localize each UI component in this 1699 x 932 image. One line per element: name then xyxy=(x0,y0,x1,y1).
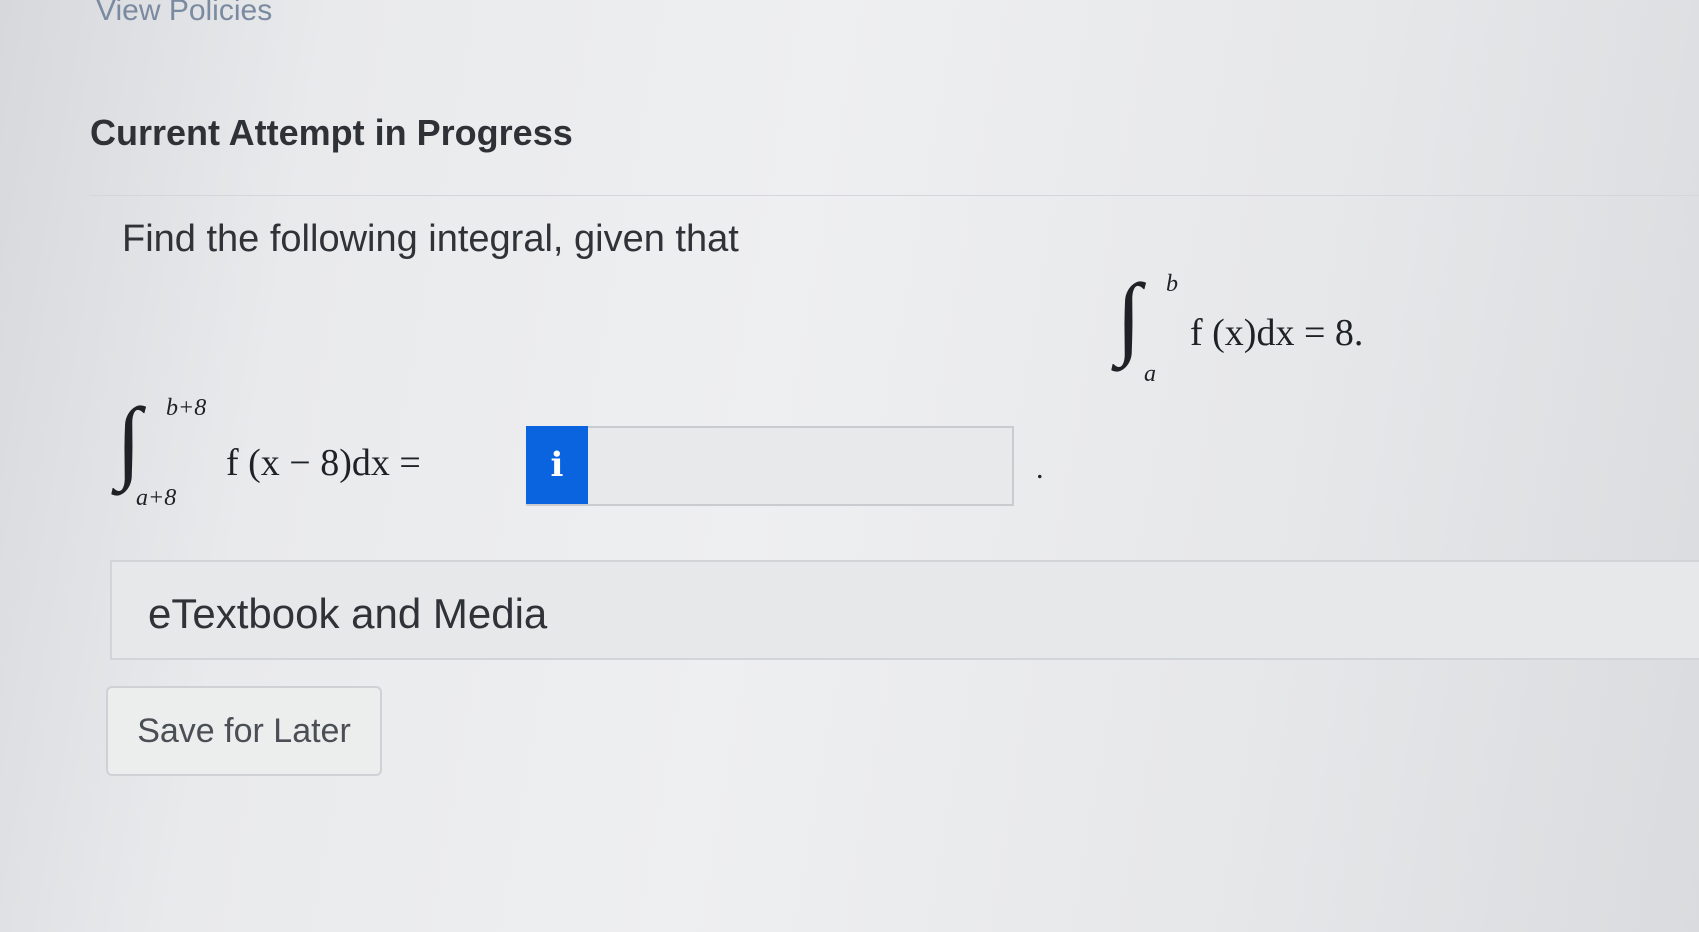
info-icon[interactable]: i xyxy=(526,426,588,504)
answer-input[interactable] xyxy=(590,428,1010,502)
etextbook-media-label: eTextbook and Media xyxy=(148,590,548,637)
question-prompt: Find the following integral, given that xyxy=(122,218,739,260)
view-policies-link[interactable]: View Policies xyxy=(96,0,272,28)
save-for-later-button[interactable]: Save for Later xyxy=(106,686,382,776)
target-integrand: f (x − 8)dx = xyxy=(226,442,421,484)
target-lower-limit: a+8 xyxy=(136,485,177,511)
target-integral-sign: ∫ xyxy=(116,389,142,491)
target-upper-limit: b+8 xyxy=(166,395,207,421)
header-divider xyxy=(90,195,1699,196)
page-title: Current Attempt in Progress xyxy=(90,112,573,153)
given-integrand: f (x)dx = 8. xyxy=(1190,312,1364,354)
given-integral-sign: ∫ xyxy=(1116,265,1142,367)
answer-trailing-period: . xyxy=(1036,452,1044,485)
given-lower-limit: a xyxy=(1144,361,1156,387)
given-upper-limit: b xyxy=(1166,271,1178,297)
